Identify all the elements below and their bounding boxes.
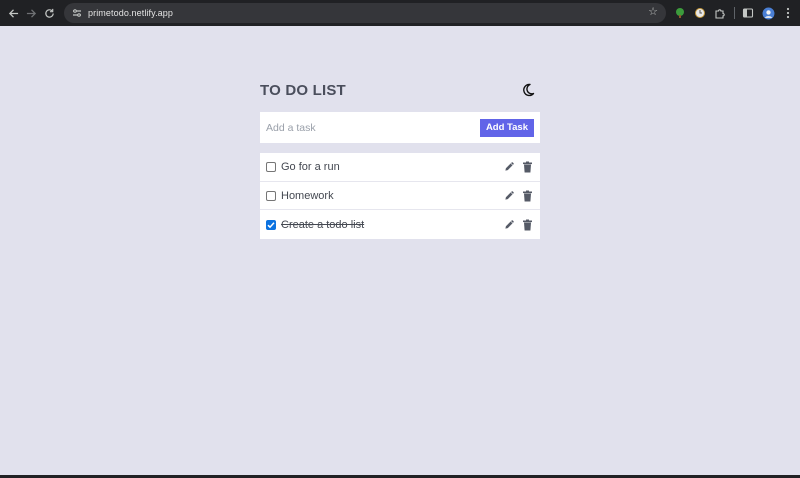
- list-item: Create a todo list: [260, 210, 540, 239]
- sidepanel-icon[interactable]: [740, 5, 756, 21]
- address-bar[interactable]: primetodo.netlify.app ☆: [64, 3, 666, 23]
- forward-arrow-icon[interactable]: [22, 0, 40, 26]
- todo-app: TO DO LIST Add Task Go for a run Homewor…: [260, 78, 540, 240]
- task-text: Go for a run: [281, 160, 340, 173]
- kebab-menu-icon[interactable]: [780, 5, 796, 21]
- tune-icon[interactable]: [70, 6, 84, 20]
- task-checkbox[interactable]: [266, 161, 276, 172]
- task-text: Create a todo list: [281, 218, 365, 231]
- back-arrow-icon[interactable]: [4, 0, 22, 26]
- task-text: Homework: [281, 189, 334, 202]
- reload-icon[interactable]: [40, 0, 58, 26]
- extension-icon[interactable]: [672, 5, 688, 21]
- timer-extension-icon[interactable]: [692, 5, 708, 21]
- toolbar-divider: [734, 7, 735, 19]
- trash-icon[interactable]: [520, 160, 534, 174]
- trash-icon[interactable]: [520, 189, 534, 203]
- app-header: TO DO LIST: [260, 78, 540, 102]
- pencil-icon[interactable]: [502, 160, 516, 174]
- profile-icon[interactable]: [760, 5, 776, 21]
- pencil-icon[interactable]: [502, 189, 516, 203]
- star-icon[interactable]: ☆: [648, 5, 658, 18]
- task-list: Go for a run Homework Create a todo list: [260, 153, 540, 240]
- url-text: primetodo.netlify.app: [88, 8, 173, 18]
- pencil-icon[interactable]: [502, 218, 516, 232]
- puzzle-icon[interactable]: [712, 5, 728, 21]
- add-task-form: Add Task: [260, 112, 540, 143]
- list-item: Homework: [260, 182, 540, 211]
- list-item: Go for a run: [260, 153, 540, 182]
- page-title: TO DO LIST: [260, 81, 346, 99]
- task-checkbox[interactable]: [266, 190, 276, 201]
- moon-icon[interactable]: [520, 82, 536, 98]
- browser-toolbar: primetodo.netlify.app ☆: [0, 0, 800, 26]
- trash-icon[interactable]: [520, 218, 534, 232]
- add-task-button[interactable]: Add Task: [479, 118, 534, 137]
- task-checkbox[interactable]: [266, 219, 276, 230]
- task-input[interactable]: [266, 121, 466, 134]
